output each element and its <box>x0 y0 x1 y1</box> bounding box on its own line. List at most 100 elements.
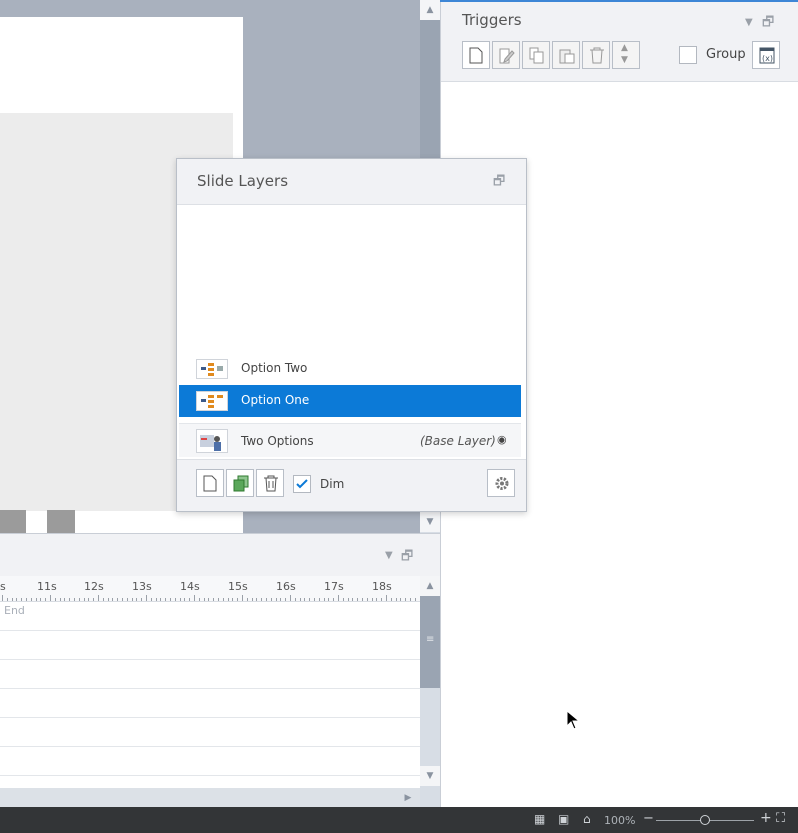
slide-master-view-icon[interactable]: ▣ <box>558 812 569 826</box>
triggers-header: Triggers ▼ 🗗 ▲ ▼ Group (x) <box>441 0 798 82</box>
panel-title: Triggers <box>462 11 522 29</box>
ruler-tick <box>126 598 128 601</box>
layer-row-base[interactable]: Two Options (Base Layer) ◉ <box>179 423 521 457</box>
layer-row-option-two[interactable]: Option Two <box>179 353 521 385</box>
layer-name: Option One <box>241 393 310 407</box>
new-layer-button[interactable] <box>196 469 224 497</box>
new-trigger-button[interactable] <box>462 41 490 69</box>
copy-trigger-button[interactable] <box>522 41 550 69</box>
ruler-tick <box>93 598 95 601</box>
timeline-row[interactable] <box>0 689 420 718</box>
group-checkbox[interactable] <box>679 46 697 64</box>
fit-to-window-icon[interactable]: ⛶ <box>776 811 785 826</box>
ruler-tick <box>362 598 363 601</box>
timeline-row[interactable] <box>0 631 420 660</box>
zoom-out-button[interactable]: − <box>643 811 654 826</box>
mouse-cursor-icon <box>566 710 580 730</box>
scroll-up-arrow-icon[interactable]: ▲ <box>420 576 440 596</box>
panel-float-icon[interactable]: 🗗 <box>401 547 413 569</box>
ruler-tick <box>117 598 119 601</box>
ruler-tick <box>16 598 18 601</box>
dim-checkbox[interactable] <box>293 475 311 493</box>
layer-thumbnail <box>196 429 228 453</box>
ruler-tick <box>165 598 167 601</box>
ruler-tick <box>64 598 66 601</box>
ruler-tick <box>40 598 42 601</box>
timeline-row[interactable] <box>0 660 420 689</box>
delete-layer-button[interactable] <box>256 469 284 497</box>
panel-dock-icon[interactable]: 🗗 <box>493 172 505 194</box>
layer-settings-button[interactable] <box>487 469 515 497</box>
scroll-right-arrow-icon[interactable]: ▶ <box>398 788 418 808</box>
ruler-tick <box>323 598 325 601</box>
ruler-tick <box>131 598 133 601</box>
timeline-header: ▼ 🗗 <box>0 534 440 576</box>
ruler-tick <box>69 598 71 601</box>
ruler-tick <box>261 598 263 601</box>
ruler-tick <box>390 598 392 601</box>
normal-view-icon[interactable]: ▦ <box>534 812 545 826</box>
ruler-tick <box>208 598 210 601</box>
ruler-tick <box>11 598 13 601</box>
ruler-tick <box>294 598 296 601</box>
timeline-vertical-scrollbar[interactable]: ▲ ≡ ▼ <box>420 576 440 808</box>
panel-menu-chevron-icon[interactable]: ▼ <box>385 550 393 561</box>
delete-trigger-button[interactable] <box>582 41 610 69</box>
ruler-tick <box>88 598 90 601</box>
ruler-tick <box>30 598 32 601</box>
slide-layers-header[interactable]: Slide Layers 🗗 <box>177 159 526 205</box>
variables-icon: (x) <box>759 47 775 64</box>
ruler-tick <box>314 598 315 601</box>
edit-trigger-button[interactable] <box>492 41 520 69</box>
ruler-tick <box>371 598 373 601</box>
paste-icon <box>559 49 575 64</box>
ruler-tick <box>112 598 114 601</box>
move-up-arrow-icon[interactable]: ▲ <box>621 43 628 53</box>
scroll-thumb[interactable]: ≡ <box>420 596 440 688</box>
ruler-tick <box>414 598 416 601</box>
zoom-slider-handle[interactable] <box>700 815 710 825</box>
ruler-tick <box>179 598 181 601</box>
tick-label: 13s <box>132 580 152 593</box>
preview-icon[interactable]: ⌂ <box>583 812 591 826</box>
ruler-tick <box>122 598 123 601</box>
ruler-tick <box>102 598 104 601</box>
ruler-tick <box>304 598 306 601</box>
scroll-down-arrow-icon[interactable]: ▼ <box>420 512 440 532</box>
ruler-tick <box>299 598 301 601</box>
eye-visibility-icon[interactable]: ◉ <box>497 433 507 446</box>
timeline-panel: ▼ 🗗 s 11s 12s 13s 14s 15s 16s 17s 18s En… <box>0 533 440 808</box>
panel-float-icon[interactable]: 🗗 <box>762 13 774 35</box>
layer-row-option-one[interactable]: Option One <box>179 385 521 417</box>
ruler-tick <box>410 598 411 601</box>
ruler-tick <box>275 598 277 601</box>
ruler-tick <box>342 598 344 601</box>
ruler-tick <box>251 598 253 601</box>
scroll-up-arrow-icon[interactable]: ▲ <box>420 0 440 20</box>
status-bar: ▦ ▣ ⌂ 100% − + ⛶ <box>0 807 798 833</box>
zoom-in-button[interactable]: + <box>760 810 772 826</box>
panel-accent-line <box>440 0 798 2</box>
reorder-trigger-button[interactable]: ▲ ▼ <box>612 41 640 69</box>
timeline-ruler[interactable]: s 11s 12s 13s 14s 15s 16s 17s 18s <box>0 576 421 602</box>
move-down-arrow-icon[interactable]: ▼ <box>621 55 628 65</box>
duplicate-icon <box>233 475 249 492</box>
duplicate-layer-button[interactable] <box>226 469 254 497</box>
timeline-row[interactable] <box>0 602 420 631</box>
scroll-down-arrow-icon[interactable]: ▼ <box>420 766 440 786</box>
ruler-tick <box>280 598 282 601</box>
ruler-tick <box>357 598 359 601</box>
ruler-tick <box>170 598 171 601</box>
ruler-tick <box>266 598 267 601</box>
timeline-horizontal-scrollbar[interactable]: ▶ <box>0 788 420 808</box>
ruler-tick <box>285 598 287 601</box>
timeline-row[interactable] <box>0 747 420 776</box>
layer-name: Option Two <box>241 361 308 375</box>
ruler-tick <box>189 598 191 601</box>
paste-trigger-button[interactable] <box>552 41 580 69</box>
panel-menu-chevron-icon[interactable]: ▼ <box>745 17 753 28</box>
variables-button[interactable]: (x) <box>752 41 780 69</box>
copy-icon <box>529 47 544 64</box>
timeline-row[interactable] <box>0 718 420 747</box>
ruler-tick <box>141 598 143 601</box>
